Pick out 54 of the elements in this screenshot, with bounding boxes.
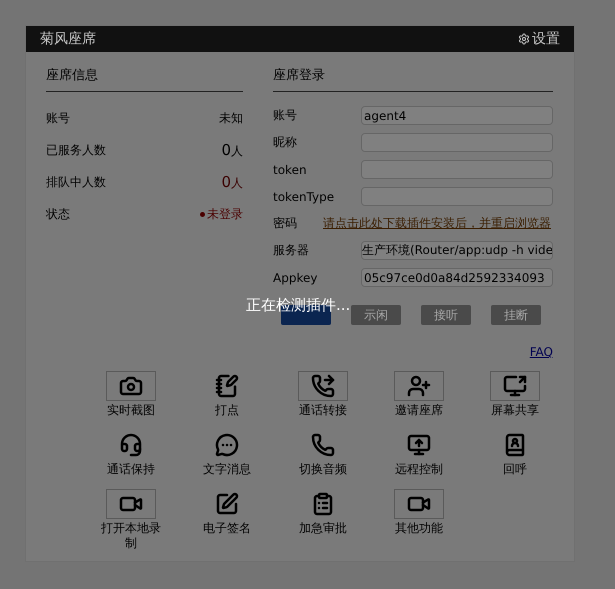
info-value: 0人 — [221, 172, 243, 192]
input-field[interactable] — [361, 133, 553, 152]
tool-button[interactable]: 切换音频 — [275, 430, 371, 477]
tool-button[interactable]: 加急审批 — [275, 489, 371, 551]
pen-square-icon — [215, 492, 239, 516]
screen-share-icon — [503, 374, 527, 398]
input-field[interactable]: 05c97ce0d0a84d2592334093 — [361, 268, 553, 287]
tool-button[interactable]: 打点 — [179, 371, 275, 418]
info-label: 账号 — [46, 110, 70, 126]
headset-icon — [119, 433, 143, 457]
clipboard-list-icon — [311, 492, 335, 516]
tool-button[interactable]: 通话转接 — [275, 371, 371, 418]
faq-link[interactable]: FAQ — [273, 345, 553, 359]
tool-button[interactable]: 电子签名 — [179, 489, 275, 551]
info-value: 0人 — [221, 140, 243, 160]
download-link[interactable]: 请点击此处下载插件安装后，并重启浏览器 — [323, 215, 551, 232]
input-field[interactable]: agent4 — [361, 106, 553, 125]
section-title: 座席登录 — [273, 66, 553, 92]
info-label: 排队中人数 — [46, 174, 106, 190]
camera-icon — [119, 374, 143, 398]
tool-button[interactable]: 屏幕共享 — [467, 371, 563, 418]
tool-button[interactable]: 打开本地录制 — [83, 489, 179, 551]
field-label: Appkey — [273, 270, 318, 284]
input-field[interactable] — [361, 160, 553, 179]
input-field[interactable] — [361, 187, 553, 206]
field-label: 昵称 — [273, 134, 298, 151]
window-title: 菊风座席 — [40, 30, 96, 48]
field-label: tokenType — [273, 190, 336, 204]
phone-forward-icon — [311, 374, 335, 398]
tool-button[interactable]: 通话保持 — [83, 430, 179, 477]
status-value: 未登录 — [200, 206, 243, 222]
field-label: 账号 — [273, 107, 298, 124]
tool-button[interactable]: 文字消息 — [179, 430, 275, 477]
info-label: 状态 — [46, 206, 70, 222]
tool-button[interactable]: 邀请座席 — [371, 371, 467, 418]
settings-icon — [518, 33, 530, 45]
info-label: 已服务人数 — [46, 142, 106, 158]
monitor-arrow-icon — [407, 433, 431, 457]
field-label: token — [273, 162, 308, 176]
section-title: 座席信息 — [46, 66, 243, 92]
settings-button[interactable]: 设置 — [518, 30, 560, 48]
notepad-icon — [215, 374, 239, 398]
field-label: 服务器 — [273, 242, 310, 259]
field-label: 密码 — [273, 215, 298, 232]
tool-button[interactable]: 回呼 — [467, 430, 563, 477]
phone-icon — [311, 433, 335, 457]
chat-bubble-icon — [215, 433, 239, 457]
tool-button[interactable]: 远程控制 — [371, 430, 467, 477]
user-plus-icon — [407, 374, 431, 398]
contact-book-icon — [503, 433, 527, 457]
info-value: 未知 — [219, 110, 243, 126]
tool-button[interactable]: 实时截图 — [83, 371, 179, 418]
tool-button[interactable]: 其他功能 — [371, 489, 467, 551]
server-select[interactable]: 生产环境(Router/app:udp -h vide — [361, 241, 553, 260]
